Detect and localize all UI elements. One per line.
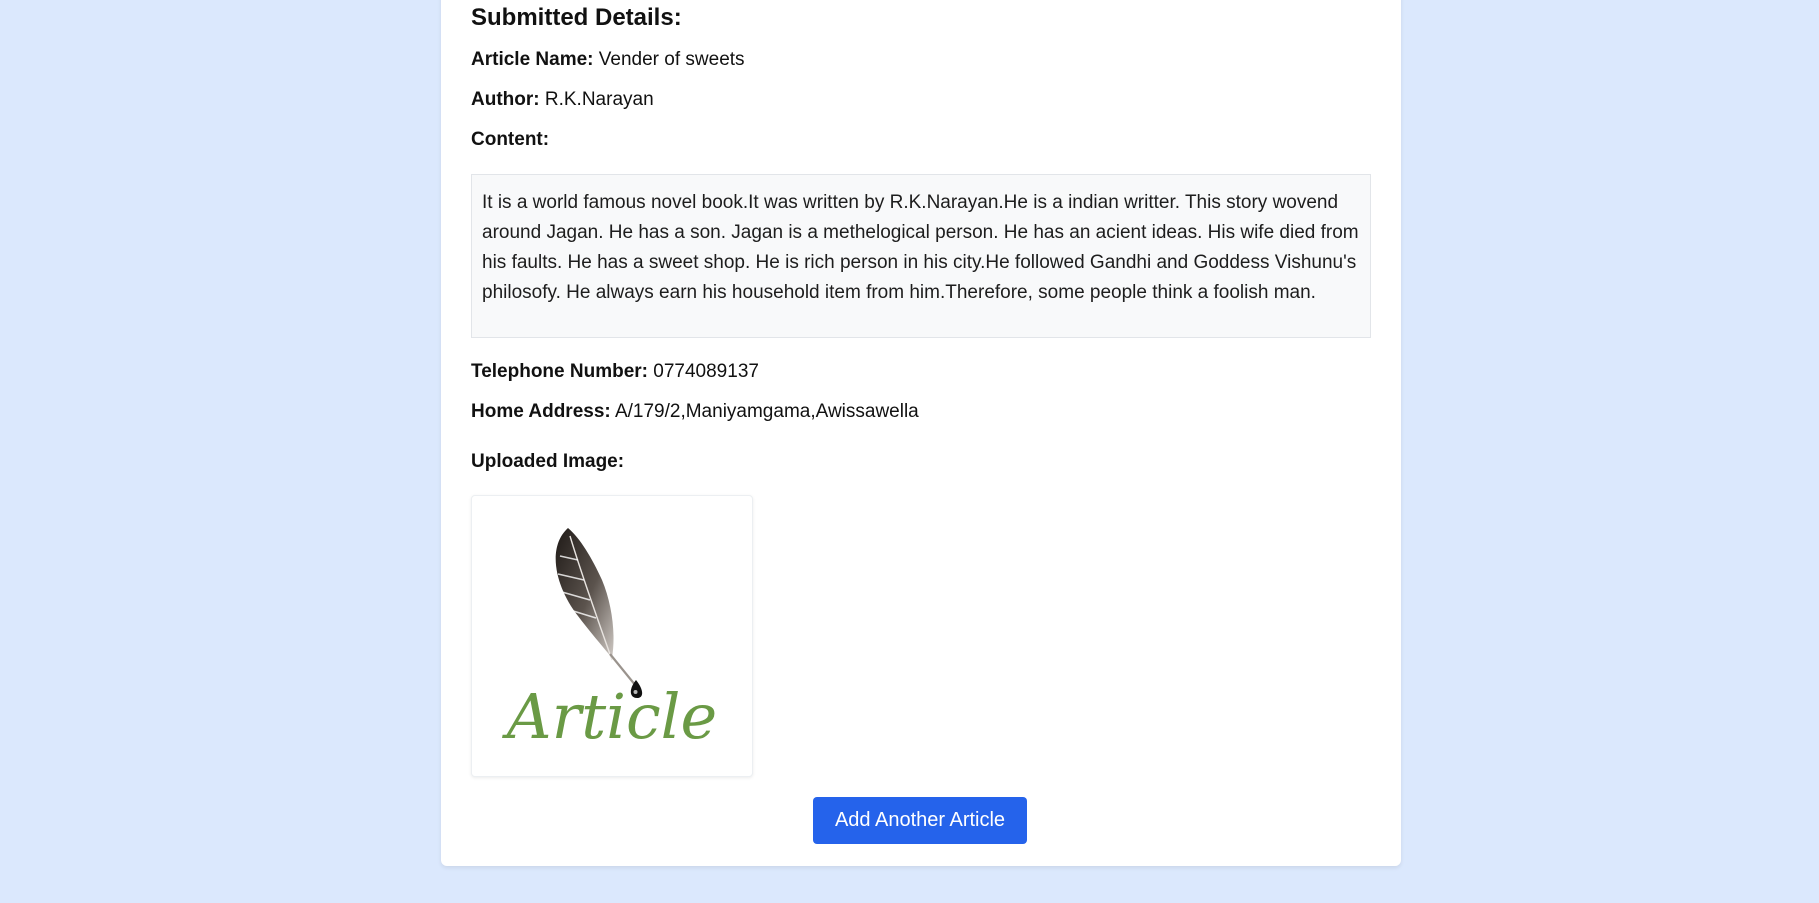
uploaded-image-label: Uploaded Image: [471, 451, 625, 472]
content-row: Content: [471, 128, 549, 152]
add-another-article-button[interactable]: Add Another Article [813, 797, 1027, 844]
article-name-value: Vender of sweets [598, 49, 745, 70]
quill-feather-icon [555, 528, 643, 698]
telephone-label: Telephone Number: [471, 361, 648, 382]
telephone-row: Telephone Number: 0774089137 [471, 360, 759, 384]
author-row: Author: R.K.Narayan [471, 88, 654, 112]
telephone-value: 0774089137 [653, 361, 759, 382]
author-value: R.K.Narayan [544, 89, 654, 110]
author-label: Author: [471, 89, 540, 110]
submission-card: Submitted Details: Article Name: Vender … [441, 0, 1401, 866]
article-logo: Article [502, 528, 717, 753]
article-name-label: Article Name: [471, 49, 594, 70]
article-name-row: Article Name: Vender of sweets [471, 48, 745, 72]
content-text: It is a world famous novel book.It was w… [471, 174, 1371, 338]
uploaded-image-row: Uploaded Image: [471, 450, 624, 474]
logo-text: Article [502, 680, 717, 753]
page-title: Submitted Details: [471, 4, 682, 31]
address-row: Home Address: A/179/2,Maniyamgama,Awissa… [471, 400, 919, 424]
uploaded-image: Article [471, 495, 753, 777]
address-label: Home Address: [471, 401, 611, 422]
address-value: A/179/2,Maniyamgama,Awissawella [614, 401, 919, 422]
content-label: Content: [471, 129, 550, 150]
